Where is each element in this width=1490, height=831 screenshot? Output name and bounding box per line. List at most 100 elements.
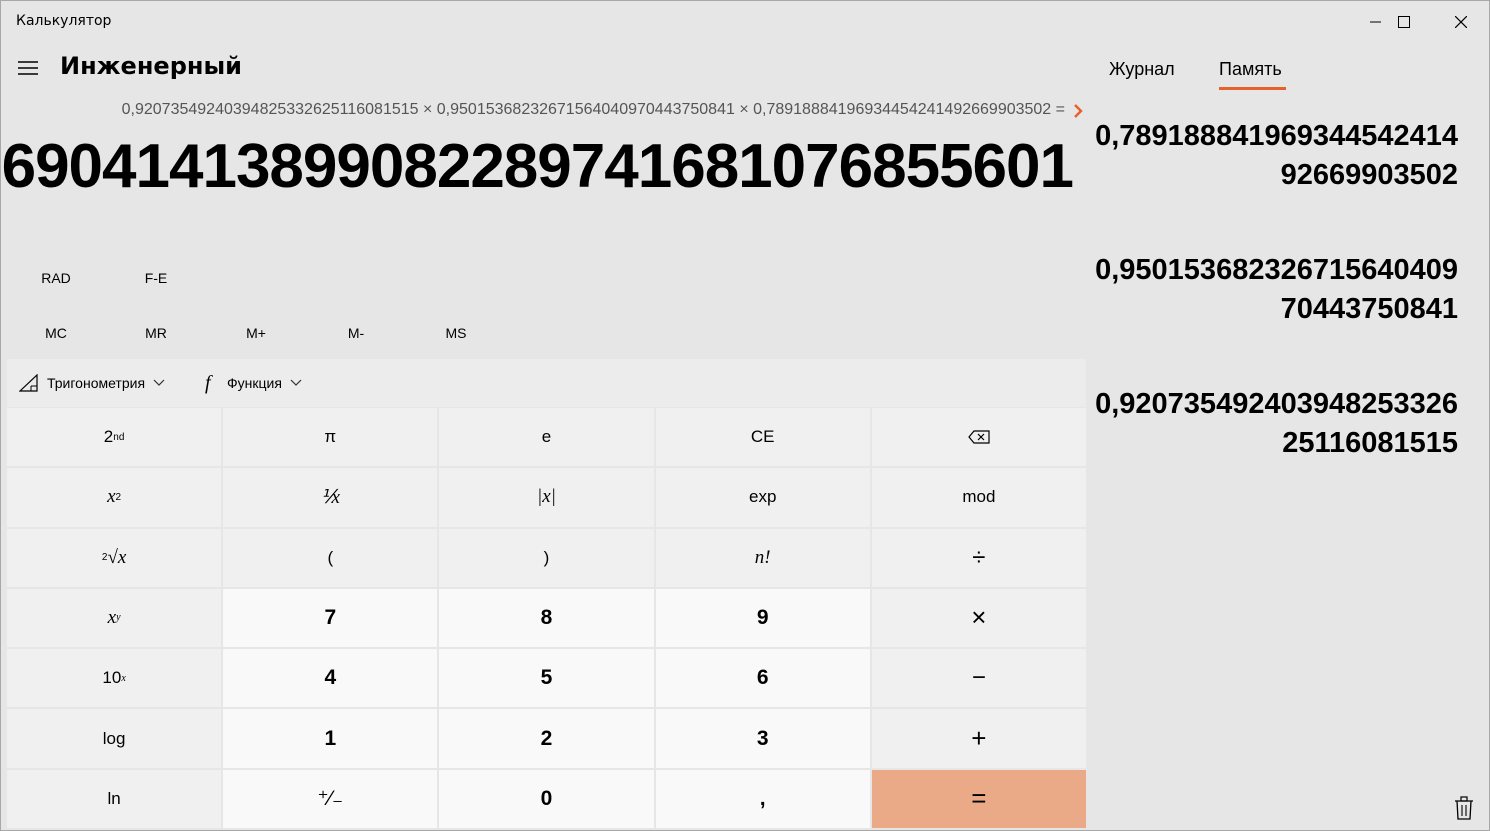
fe-button[interactable]: F-E (106, 258, 206, 298)
close-button[interactable] (1432, 1, 1489, 43)
second-sup: nd (113, 431, 125, 443)
chevron-down-icon (153, 379, 165, 386)
svg-text:f: f (205, 372, 213, 394)
sqrt-label: √x (107, 546, 127, 568)
left-paren-label: ( (327, 547, 334, 567)
decimal-label: , (759, 786, 766, 810)
memory-value-line: 0,789188841969344542414 (1095, 120, 1458, 152)
digit-7-label: 7 (324, 605, 337, 629)
add-label: + (971, 723, 987, 754)
mc-button[interactable]: MC (6, 313, 106, 353)
mod-button[interactable]: mod (871, 468, 1086, 527)
maximize-icon (1397, 16, 1410, 28)
navigation-menu-button[interactable] (13, 55, 43, 81)
negate-label: ⁺⁄₋ (317, 787, 344, 811)
decimal-button[interactable]: , (655, 769, 870, 828)
abs-button[interactable]: |x| (439, 468, 654, 527)
title-bar: Калькулятор (1, 1, 1489, 43)
equals-button[interactable]: = (871, 769, 1086, 828)
digit-1-button[interactable]: 1 (223, 709, 438, 768)
ln-button[interactable]: ln (7, 769, 222, 828)
square-sup: 2 (115, 491, 122, 503)
ms-button[interactable]: MS (406, 313, 506, 353)
subtract-button[interactable]: − (871, 649, 1086, 708)
digit-6-label: 6 (756, 666, 769, 690)
digit-2-button[interactable]: 2 (439, 709, 654, 768)
m-minus-button[interactable]: M- (306, 313, 406, 353)
mr-button[interactable]: MR (106, 313, 206, 353)
log-label: log (102, 728, 126, 748)
mode-title: Инженерный (60, 52, 242, 80)
clear-memory-button[interactable] (1453, 796, 1477, 822)
tab-history[interactable]: Журнал (1109, 59, 1175, 91)
exp-label: exp (748, 487, 777, 507)
negate-button[interactable]: ⁺⁄₋ (223, 769, 438, 828)
hamburger-icon (18, 61, 38, 75)
power-button[interactable]: xy (7, 588, 222, 648)
multiply-button[interactable]: × (871, 588, 1086, 648)
digit-8-label: 8 (540, 605, 553, 629)
reciprocal-label: ⅟x (320, 486, 340, 508)
power-sup: y (116, 612, 121, 624)
right-paren-label: ) (543, 547, 550, 567)
memory-item[interactable]: 0,789188841969344542414 92669903502 (1078, 117, 1458, 195)
ce-button[interactable]: CE (655, 408, 870, 467)
left-paren-button[interactable]: ( (223, 528, 438, 587)
digit-3-label: 3 (756, 726, 769, 750)
digit-5-button[interactable]: 5 (439, 649, 654, 708)
m-plus-button[interactable]: M+ (206, 313, 306, 353)
sqrt-button[interactable]: 2 √x (7, 528, 222, 587)
ten-power-button[interactable]: 10 x (7, 649, 222, 708)
digit-0-button[interactable]: 0 (439, 769, 654, 828)
ln-label: ln (107, 788, 121, 808)
equals-label: = (971, 783, 987, 814)
memory-item[interactable]: 0,920735492403948253326 25116081515 (1078, 385, 1458, 463)
e-button[interactable]: e (439, 408, 654, 467)
function-toolbar: Тригонометрия f Функция (7, 359, 1086, 407)
digit-8-button[interactable]: 8 (439, 588, 654, 648)
square-button[interactable]: x2 (7, 468, 222, 527)
second-label: 2 (103, 427, 114, 447)
log-button[interactable]: log (7, 709, 222, 768)
digit-3-button[interactable]: 3 (655, 709, 870, 768)
divide-label: ÷ (972, 543, 986, 571)
maximize-button[interactable] (1375, 1, 1432, 43)
e-label: e (541, 427, 552, 447)
keypad: 2nd π e CE x2 ⅟x |x| exp mod 2 √x ( ) n! … (7, 408, 1086, 828)
digit-1-label: 1 (324, 726, 337, 750)
factorial-button[interactable]: n! (655, 528, 870, 587)
digit-6-button[interactable]: 6 (655, 649, 870, 708)
digit-5-label: 5 (540, 666, 553, 690)
digit-4-button[interactable]: 4 (223, 649, 438, 708)
digit-7-button[interactable]: 7 (223, 588, 438, 648)
exp-button[interactable]: exp (655, 468, 870, 527)
memory-value-line: 70443750841 (1280, 293, 1458, 325)
power-base: x (107, 606, 117, 628)
add-button[interactable]: + (871, 709, 1086, 768)
second-button[interactable]: 2nd (7, 408, 222, 467)
trash-icon (1455, 796, 1473, 820)
pi-button[interactable]: π (223, 408, 438, 467)
divide-button[interactable]: ÷ (871, 528, 1086, 587)
memory-value-line: 0,950153682326715640409 (1095, 254, 1458, 286)
digit-4-label: 4 (324, 666, 337, 690)
angle-mode-button[interactable]: RAD (6, 258, 106, 298)
trigonometry-dropdown[interactable]: Тригонометрия (19, 359, 165, 407)
memory-item[interactable]: 0,950153682326715640409 70443750841 (1078, 251, 1458, 329)
function-dropdown[interactable]: f Функция (203, 359, 302, 407)
backspace-button[interactable] (871, 408, 1086, 467)
chevron-down-icon (290, 379, 302, 386)
abs-label: |x| (537, 486, 556, 508)
ten-power-base: 10 (102, 668, 122, 688)
active-tab-indicator (1219, 87, 1286, 90)
function-label: Функция (227, 375, 282, 391)
factorial-label: n! (754, 546, 771, 568)
square-base: x (107, 486, 116, 508)
expression-display: 0,92073549240394825332625116081515 × 0,9… (121, 101, 1065, 118)
right-paren-button[interactable]: ) (439, 528, 654, 587)
digit-9-button[interactable]: 9 (655, 588, 870, 648)
memory-value-line: 25116081515 (1282, 427, 1458, 459)
mod-label: mod (962, 487, 996, 507)
reciprocal-button[interactable]: ⅟x (223, 468, 438, 527)
memory-value-line: 0,920735492403948253326 (1095, 388, 1458, 420)
